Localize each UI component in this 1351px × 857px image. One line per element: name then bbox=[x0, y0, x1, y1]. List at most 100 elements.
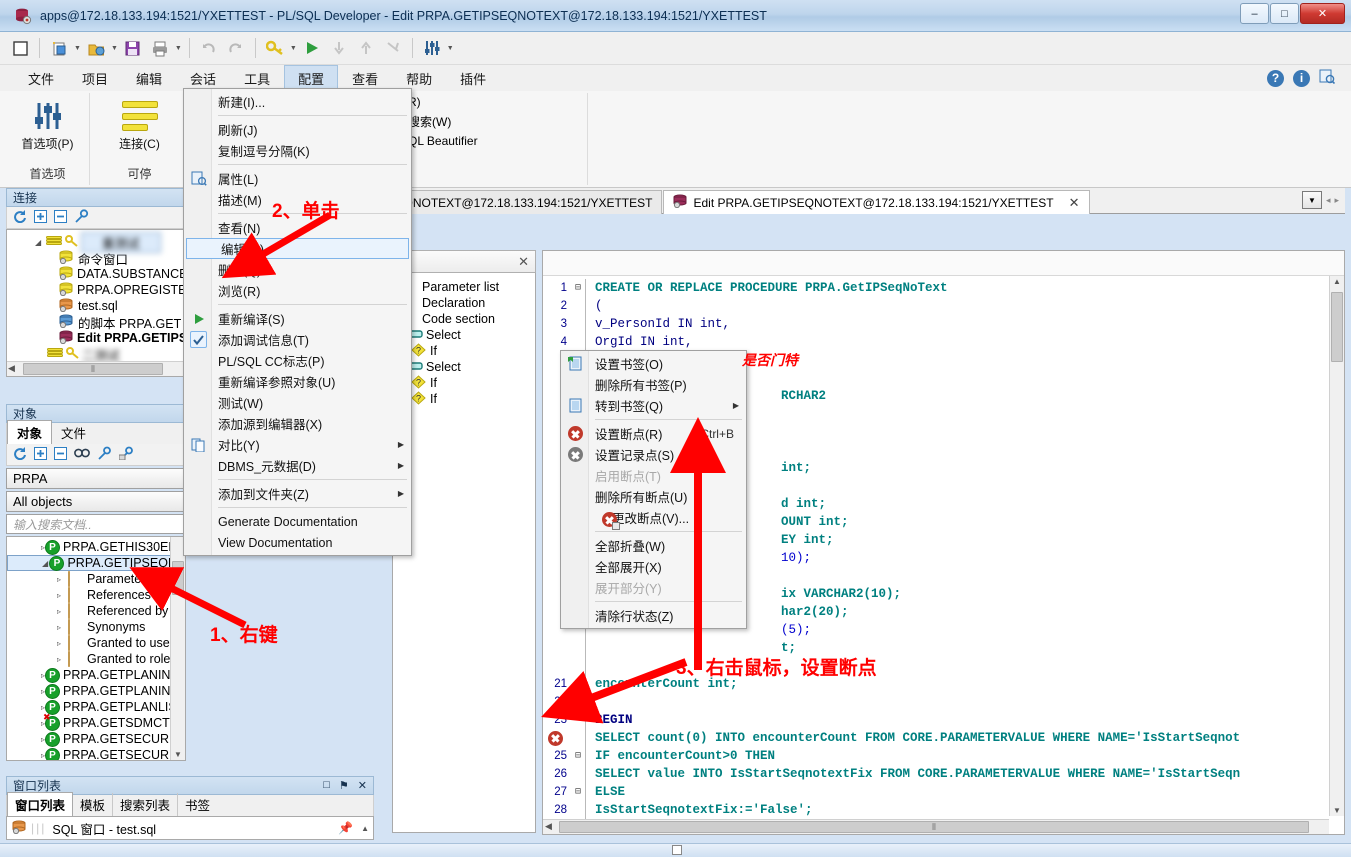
collapse-all-icon[interactable] bbox=[54, 446, 67, 463]
tab-search-list[interactable]: 搜索列表 bbox=[113, 793, 179, 816]
ribbon-item-r[interactable]: R) bbox=[408, 93, 587, 111]
tree-node-gethis30enco[interactable]: ▹ P PRPA.GETHIS30ENCO bbox=[7, 539, 185, 555]
tree-node-getplanlistinfobyplanid[interactable]: ▹ P PRPA.GETPLANLISTINFOBYPLANID bbox=[7, 699, 185, 715]
tree-node-getipseqnotext[interactable]: ◢ P PRPA.GETIPSEQNOTEXT bbox=[7, 555, 171, 571]
toolbar-overflow-caret-icon[interactable]: ▼ bbox=[447, 45, 454, 52]
tree-node-prpa-opregister[interactable]: PRPA.OPREGISTER bbox=[7, 282, 185, 298]
menu-project[interactable]: 项目 bbox=[68, 65, 122, 92]
editor-hscrollbar[interactable]: ◀ ⦀ bbox=[543, 819, 1329, 834]
ctx-item-refresh[interactable]: 刷新(J) bbox=[184, 119, 411, 140]
connections-button[interactable]: 连接(C) bbox=[90, 93, 189, 152]
new-file-caret-icon[interactable]: ▼ bbox=[74, 45, 81, 52]
key-button[interactable] bbox=[263, 36, 287, 60]
object-filter-combo[interactable]: All objects bbox=[6, 491, 186, 512]
ctx-item-compare[interactable]: 对比(Y) ▶ bbox=[184, 434, 411, 455]
tab-next-icon[interactable]: ▸ bbox=[1334, 195, 1339, 206]
menu-file[interactable]: 文件 bbox=[14, 65, 68, 92]
fold-toggle-icon[interactable]: ⊟ bbox=[571, 282, 585, 294]
redo-button[interactable] bbox=[224, 36, 248, 60]
outline-node-select-2[interactable]: Select bbox=[393, 359, 535, 375]
new-window-button[interactable] bbox=[8, 36, 32, 60]
expander-icon[interactable]: ▹ bbox=[57, 591, 68, 600]
ctx-item-add-to-folder[interactable]: 添加到文件夹(Z) ▶ bbox=[184, 483, 411, 504]
find-icon[interactable] bbox=[74, 447, 90, 463]
refresh-icon[interactable] bbox=[13, 446, 27, 463]
ctx-item-properties[interactable]: 属性(L) bbox=[184, 168, 411, 189]
outline-node-if-2[interactable]: ? If bbox=[393, 374, 535, 391]
execute-button[interactable] bbox=[300, 36, 324, 60]
save-button[interactable] bbox=[121, 36, 145, 60]
info-icon[interactable]: i bbox=[1293, 69, 1310, 87]
expand-all-icon[interactable] bbox=[34, 209, 47, 226]
ctx-item-test[interactable]: 测试(W) bbox=[184, 392, 411, 413]
expander-icon[interactable]: ▹ bbox=[57, 623, 68, 632]
tab-templates[interactable]: 模板 bbox=[73, 793, 114, 816]
connections-tree[interactable]: ◢ 重测试 命令窗口 DATA.SUBSTANCE PRPA.OPREGISTE… bbox=[6, 229, 186, 377]
pin-icon[interactable]: 📌 bbox=[338, 821, 353, 835]
breakpoint-marker[interactable] bbox=[543, 730, 571, 746]
documentation-icon[interactable] bbox=[1319, 69, 1336, 87]
settings-sliders-button[interactable] bbox=[420, 36, 444, 60]
tab-files[interactable]: 文件 bbox=[52, 421, 95, 444]
ctx-item-dbms-metadata[interactable]: DBMS_元数据(D) ▶ bbox=[184, 455, 411, 476]
scroll-up-icon[interactable]: ▲ bbox=[361, 824, 369, 833]
tab-close-icon[interactable]: ✕ bbox=[1069, 195, 1080, 211]
tab-objects[interactable]: 对象 bbox=[7, 420, 53, 444]
outline-node-code-section[interactable]: Code section bbox=[393, 311, 535, 327]
print-button[interactable] bbox=[148, 36, 172, 60]
tree-node-getsecuritynormcount[interactable]: ▹ P PRPA.GETSECURITYNORMCOUNT bbox=[7, 731, 185, 747]
minimize-button[interactable]: – bbox=[1240, 3, 1269, 24]
window-list-item-label[interactable]: SQL 窗口 - test.sql bbox=[52, 819, 156, 838]
open-file-button[interactable] bbox=[84, 36, 108, 60]
tree-node-script-prpa-get[interactable]: 的脚本 PRPA.GET bbox=[7, 314, 185, 331]
menu-edit[interactable]: 编辑 bbox=[122, 65, 176, 92]
step-out-button[interactable] bbox=[354, 36, 378, 60]
tree-node-getplaninfobyplanid[interactable]: ▹ P PRPA.GETPLANINFOBYPLANID bbox=[7, 683, 185, 699]
schema-combo[interactable]: PRPA bbox=[6, 468, 186, 489]
ctx-item-set-bookmark[interactable]: 设置书签(O) bbox=[561, 353, 746, 374]
connections-hscrollbar[interactable]: ◀ ⦀ bbox=[7, 361, 185, 376]
editor-vscrollbar[interactable]: ▲ ▼ bbox=[1329, 276, 1344, 816]
expander-icon[interactable]: ▹ bbox=[57, 575, 68, 584]
connect-icon[interactable] bbox=[118, 446, 134, 463]
tab-window-list[interactable]: 窗口列表 bbox=[7, 792, 74, 816]
disconnect-icon[interactable] bbox=[97, 446, 112, 463]
ribbon-item-search[interactable]: 搜索(W) bbox=[408, 111, 587, 132]
expander-icon[interactable]: ▹ bbox=[57, 655, 68, 664]
fold-toggle-icon[interactable]: ⊟ bbox=[571, 786, 585, 798]
window-list-restore-icon[interactable]: □ bbox=[323, 779, 330, 792]
outline-node-declaration[interactable]: Declaration bbox=[393, 295, 535, 311]
ctx-item-plsql-cc-flag[interactable]: PL/SQL CC标志(P) bbox=[184, 350, 411, 371]
tab-prev-icon[interactable]: ◂ bbox=[1326, 195, 1331, 206]
help-icon[interactable]: ? bbox=[1267, 69, 1284, 87]
outline-tree[interactable]: Parameter list Declaration Code section … bbox=[392, 273, 536, 833]
ctx-item-view-documentation[interactable]: View Documentation bbox=[184, 532, 411, 553]
ctx-item-recompile-referencing[interactable]: 重新编译参照对象(U) bbox=[184, 371, 411, 392]
outline-node-parameter-list[interactable]: Parameter list bbox=[393, 279, 535, 295]
ctx-item-goto-bookmark[interactable]: 转到书签(Q) ▶ bbox=[561, 395, 746, 416]
tree-node-connection-1[interactable]: ◢ 重测试 bbox=[7, 231, 185, 253]
ribbon-item-beautifier[interactable]: QL Beautifier bbox=[408, 132, 587, 150]
ctx-item-new[interactable]: 新建(I)... bbox=[184, 91, 411, 112]
ctx-item-add-source-to-editor[interactable]: 添加源到编辑器(X) bbox=[184, 413, 411, 434]
ctx-item-generate-documentation[interactable]: Generate Documentation bbox=[184, 511, 411, 532]
tree-node-getplaninfobydoctorid[interactable]: ▹ P PRPA.GETPLANINFOBYDOCTORID bbox=[7, 667, 185, 683]
ctx-item-add-debug-info[interactable]: 添加调试信息(T) bbox=[184, 329, 411, 350]
tree-node-data-substance[interactable]: DATA.SUBSTANCE bbox=[7, 266, 185, 282]
outline-node-if-1[interactable]: ? If bbox=[393, 342, 535, 359]
refresh-icon[interactable] bbox=[13, 209, 27, 226]
ctx-item-delete-all-bookmarks[interactable]: 删除所有书签(P) bbox=[561, 374, 746, 395]
close-button[interactable]: ✕ bbox=[1300, 3, 1345, 24]
new-file-button[interactable] bbox=[47, 36, 71, 60]
ctx-item-copy-comma-separated[interactable]: 复制逗号分隔(K) bbox=[184, 140, 411, 161]
collapse-all-icon[interactable] bbox=[54, 209, 67, 226]
print-caret-icon[interactable]: ▼ bbox=[175, 45, 182, 52]
expander-icon[interactable]: ◢ bbox=[42, 559, 49, 568]
expander-icon[interactable]: ▹ bbox=[57, 607, 68, 616]
window-list-pin-icon[interactable]: ⚑ bbox=[339, 779, 349, 792]
key-caret-icon[interactable]: ▼ bbox=[290, 45, 297, 52]
object-context-menu[interactable]: 新建(I)... 刷新(J) 复制逗号分隔(K) 属性(L) 描述(M) 查看(… bbox=[183, 88, 412, 556]
outline-node-if-3[interactable]: ? If bbox=[393, 390, 535, 407]
window-list-close-icon[interactable]: ✕ bbox=[358, 779, 367, 792]
undo-button[interactable] bbox=[197, 36, 221, 60]
